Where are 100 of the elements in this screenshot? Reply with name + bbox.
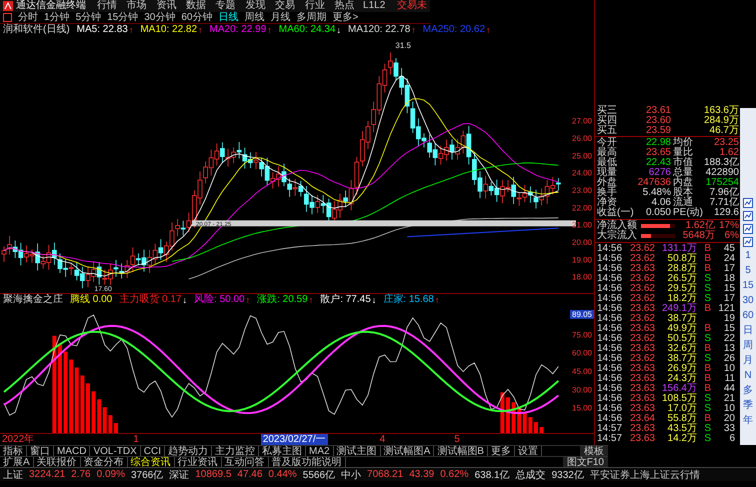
tick-side: S [703, 334, 711, 344]
period-tab[interactable]: 5分钟 [76, 12, 102, 24]
menu-item[interactable]: 资讯 [151, 0, 182, 12]
tick-price: 23.62 [628, 284, 655, 294]
indicator-tab[interactable]: 趋势动力 [165, 446, 212, 456]
ma-legend-value: MA10: 22.82 [140, 24, 198, 36]
period-shortcut[interactable]: 周 [743, 340, 753, 352]
bid-label: 买五 [597, 126, 618, 136]
tick-side: B [703, 344, 711, 354]
indicator-value: 主力吸货 0.17 [119, 294, 182, 306]
period-tab[interactable]: 日线 [218, 12, 238, 24]
tick-side: B [703, 254, 711, 264]
menu-item[interactable]: 热点 [330, 0, 360, 12]
indicator-tab[interactable]: 测试幅图A [380, 446, 434, 456]
period-shortcut[interactable]: 年 [743, 415, 753, 427]
period-shortcut[interactable]: 15 [742, 280, 754, 292]
indicator-tab[interactable]: 主力监控 [212, 446, 260, 456]
indicator-tab[interactable]: 测试幅图B [434, 446, 488, 456]
stat-value: 422890 [704, 168, 739, 178]
indicator-tab[interactable]: 更多 [488, 446, 515, 456]
period-tab[interactable]: 分时 [18, 12, 38, 24]
tick-side: S [703, 284, 711, 294]
flow-value: 1.62亿 [686, 221, 715, 231]
period-tab[interactable]: 周线 [244, 12, 264, 24]
date-cursor-label: 2023/02/27/一 [260, 434, 328, 445]
menu-item[interactable]: L1L2 [359, 0, 390, 12]
tick-volume: 18.2万 [668, 294, 697, 304]
chart-tool-icon[interactable] [743, 211, 753, 221]
tick-time: 14:56 [597, 294, 624, 304]
indicator-value: 散户: 77.45 [320, 294, 371, 306]
period-shortcut[interactable]: 多 [743, 385, 753, 397]
tick-volume: 50.5万 [666, 334, 697, 344]
stat-label: 总量 [672, 168, 694, 178]
period-shortcut[interactable]: N [744, 370, 752, 382]
menu-item[interactable]: 数据 [181, 0, 211, 12]
trend-arrow: ↓ [372, 294, 376, 306]
indicator-tab[interactable]: CCI [140, 446, 166, 456]
date-axis-label: 4 [378, 434, 386, 445]
indicator-tab[interactable]: 指标 [0, 446, 27, 456]
indicator-name: 聚海擒金之庄 [3, 294, 63, 306]
menu-item[interactable]: 行情 [92, 0, 122, 12]
indicator-tab[interactable]: 窗口 [27, 446, 54, 456]
menu-item[interactable]: 发现 [240, 0, 270, 12]
chart-tool-icon[interactable] [743, 224, 753, 234]
f10-button[interactable]: 图文F10 [562, 456, 608, 468]
period-shortcut[interactable]: 日 [743, 325, 753, 337]
indicator-tab[interactable]: 设置 [514, 446, 542, 456]
index-value: 7068.21 [367, 469, 404, 480]
tick-time: 14:56 [597, 284, 624, 294]
tick-side: B [703, 374, 711, 384]
period-tab[interactable]: 多周期 [296, 12, 326, 24]
square-icon[interactable] [3, 13, 12, 22]
indicator-tab[interactable]: VOL-TDX [90, 446, 141, 456]
period-shortcut[interactable]: 30 [742, 295, 754, 307]
tick-time: 14:56 [597, 344, 624, 354]
menu-item[interactable]: 行业 [300, 0, 330, 12]
tick-price: 23.63 [628, 304, 655, 314]
period-shortcut[interactable]: 月 [743, 355, 753, 367]
indicator-tab[interactable]: 测试主图 [334, 446, 381, 456]
indicator-tab[interactable]: 私募主图 [259, 446, 306, 456]
stat-value: 5.48% [642, 188, 671, 198]
tick-price: 23.62 [628, 254, 655, 264]
period-tab[interactable]: 15分钟 [107, 12, 138, 24]
tick-side: S [703, 434, 711, 444]
stat-value: 0.050 [644, 208, 671, 218]
period-tab[interactable]: 30分钟 [144, 12, 176, 24]
period-tab[interactable]: 更多> [332, 12, 358, 24]
period-shortcut[interactable]: 季 [743, 400, 753, 412]
indicator-tab[interactable]: MA2 [306, 446, 334, 456]
menu-item[interactable]: 专题 [210, 0, 241, 12]
volume-bar [86, 383, 90, 433]
trend-arrow: ↑ [246, 294, 250, 306]
period-shortcut[interactable]: 5 [745, 265, 751, 277]
template-button[interactable]: 模板 [580, 446, 608, 456]
tick-price: 23.62 [628, 314, 655, 324]
period-tab[interactable]: 1分钟 [44, 12, 70, 24]
period-tab[interactable]: 月线 [270, 12, 290, 24]
period-shortcut[interactable]: 60 [742, 310, 754, 322]
tick-volume: 26.5万 [666, 274, 697, 284]
tick-volume: 32.6万 [666, 344, 697, 354]
index-amount: 638.1亿 [474, 468, 510, 482]
period-tab[interactable]: 60分钟 [181, 12, 212, 24]
chart-tool-icon[interactable] [743, 237, 753, 247]
tick-price: 23.63 [628, 404, 655, 414]
indicator-tab[interactable]: MACD [54, 446, 90, 456]
tick-count: 6 [728, 434, 735, 444]
tick-price: 23.63 [628, 364, 655, 374]
tick-volume: 38.7万 [666, 314, 697, 324]
tick-count: 17 [722, 264, 735, 274]
tick-side: B [703, 264, 711, 274]
tick-price: 23.62 [628, 294, 655, 304]
volume-bar [114, 423, 118, 433]
period-shortcut[interactable]: 1 [745, 250, 751, 262]
tick-volume: 29.5万 [666, 284, 697, 294]
tick-volume: 38.7万 [666, 354, 697, 364]
chart-tool-icon[interactable] [743, 198, 753, 208]
trend-arrow: ↑ [308, 294, 314, 306]
tick-side: S [703, 394, 711, 404]
tick-time: 14:56 [597, 334, 624, 344]
tick-time: 14:56 [597, 384, 624, 394]
